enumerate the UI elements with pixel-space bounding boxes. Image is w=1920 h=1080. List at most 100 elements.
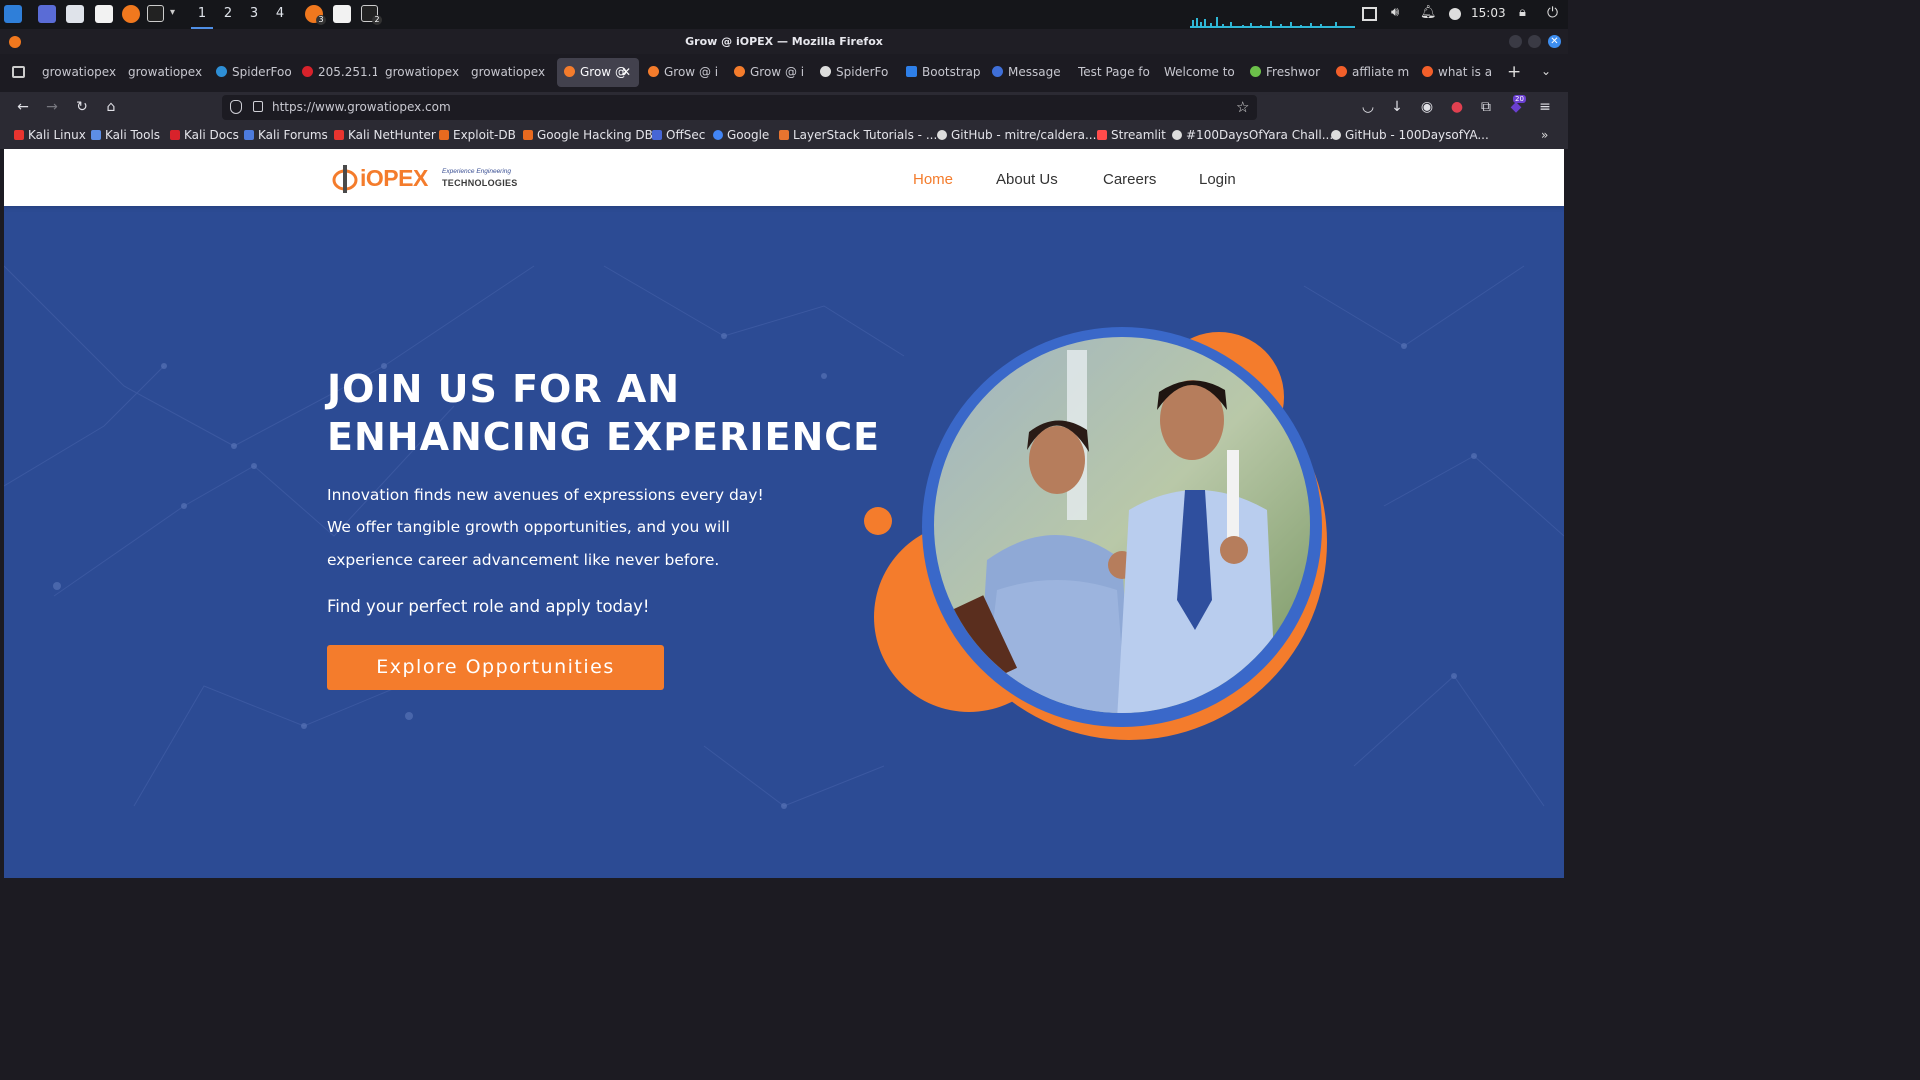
volume-icon[interactable]: 🔊︎ [1391, 5, 1407, 21]
iopex-icon [648, 66, 659, 77]
tab-label: Grow @ i [750, 65, 805, 79]
logo-text: iOPEX [360, 165, 428, 191]
bookmark-item[interactable]: Google Hacking DB [523, 128, 653, 142]
tab-1[interactable]: growatiopex [42, 58, 120, 87]
firefox-window-count: 3 [316, 15, 326, 25]
window-bottom-edge [0, 878, 1568, 882]
bookmark-star-icon[interactable]: ☆ [1236, 98, 1249, 116]
close-tab-icon[interactable]: ✕ [621, 58, 631, 87]
globe-icon [1172, 130, 1182, 140]
tab-11[interactable]: Bootstrap [906, 58, 980, 87]
desktop-icon[interactable] [38, 5, 56, 23]
bookmark-item[interactable]: LayerStack Tutorials - ... [779, 128, 937, 142]
bookmark-item[interactable]: Kali NetHunter [334, 128, 436, 142]
url-bar[interactable]: https://www.growatiopex.com ☆ [222, 95, 1257, 120]
tab-8[interactable]: Grow @ i [648, 58, 722, 87]
iopex-logo-icon [332, 165, 358, 193]
file-manager-icon[interactable] [66, 5, 84, 23]
tab-label: Test Page fo [1078, 65, 1150, 79]
nav-login[interactable]: Login [1199, 171, 1236, 188]
firefox-launcher-icon[interactable] [122, 5, 140, 23]
bookmark-item[interactable]: Google [713, 128, 769, 142]
text-editor-icon[interactable] [95, 5, 113, 23]
back-icon[interactable]: ← [15, 99, 31, 115]
tab-17[interactable]: what is af [1422, 58, 1492, 87]
clock[interactable]: 15:03 [1471, 6, 1506, 20]
account-icon[interactable]: ◉ [1419, 99, 1435, 115]
lock-icon[interactable]: 🔒︎ [1519, 5, 1535, 21]
bookmark-item[interactable]: GitHub - mitre/caldera... [937, 128, 1096, 142]
shield-icon[interactable] [230, 100, 242, 114]
tab-label: growatiopex [128, 65, 203, 79]
logo-tagline: Experience Engineering [442, 168, 512, 175]
brave-icon [1422, 66, 1433, 77]
brave-icon [1336, 66, 1347, 77]
tab-label: SpiderFoot [232, 65, 291, 79]
ublock-icon[interactable]: ● [1449, 99, 1465, 115]
terminal-launcher-icon[interactable] [147, 5, 164, 22]
close-window-button[interactable]: ✕ [1548, 35, 1561, 48]
minimize-button[interactable] [1509, 35, 1522, 48]
tab-13[interactable]: Test Page fo [1078, 58, 1152, 87]
explore-opportunities-button[interactable]: Explore Opportunities [327, 645, 664, 690]
bookmark-item[interactable]: Kali Tools [91, 128, 160, 142]
tab-6[interactable]: growatiopex [471, 58, 549, 87]
bookmark-item[interactable]: Kali Linux [14, 128, 86, 142]
extensions-icon[interactable]: ⧉ [1478, 99, 1494, 115]
hero-cta-text: Find your perfect role and apply today! [327, 597, 650, 616]
workspace-1[interactable]: 1 [191, 3, 213, 29]
downloads-icon[interactable]: ↓ [1389, 99, 1405, 115]
tab-2[interactable]: growatiopex [128, 58, 206, 87]
bookmark-item[interactable]: Kali Forums [244, 128, 328, 142]
notification-bell-icon[interactable]: 🔔︎ [1420, 5, 1437, 21]
text-editor-window-icon[interactable] [333, 5, 351, 23]
tab-16[interactable]: affliate m [1336, 58, 1410, 87]
chevron-down-icon[interactable]: ▾ [170, 7, 175, 18]
bookmark-item[interactable]: Streamlit [1097, 128, 1166, 142]
workspace-4[interactable]: 4 [269, 3, 291, 27]
iopex-icon [564, 66, 575, 77]
tab-overview-icon[interactable] [12, 66, 25, 78]
bookmark-item[interactable]: OffSec [652, 128, 705, 142]
tab-active[interactable]: Grow @ ✕ [557, 58, 639, 87]
tab-10[interactable]: SpiderFo [820, 58, 894, 87]
bookmark-item[interactable]: GitHub - 100DaysofYA... [1331, 128, 1489, 142]
url-text[interactable]: https://www.growatiopex.com [272, 100, 451, 114]
menu-icon[interactable]: ≡ [1537, 99, 1553, 115]
tab-4[interactable]: 205.251.1 [302, 58, 377, 87]
kali-menu-icon[interactable] [4, 5, 22, 23]
list-all-tabs-icon[interactable]: ⌄ [1541, 64, 1551, 78]
pocket-icon[interactable]: ◡ [1360, 99, 1376, 115]
tab-12[interactable]: Message [992, 58, 1066, 87]
workspace-2[interactable]: 2 [217, 3, 239, 27]
reload-icon[interactable]: ↻ [74, 99, 90, 115]
display-icon[interactable] [1362, 7, 1377, 21]
maximize-button[interactable] [1528, 35, 1541, 48]
kali-docs-icon [170, 130, 180, 140]
nav-about-us[interactable]: About Us [996, 171, 1058, 188]
new-tab-button[interactable]: + [1507, 62, 1521, 82]
bookmark-item[interactable]: Kali Docs [170, 128, 239, 142]
tab-14[interactable]: Welcome to [1164, 58, 1238, 87]
bookmark-item[interactable]: #100DaysOfYara Chall... [1172, 128, 1333, 142]
iopex-icon [734, 66, 745, 77]
more-bookmarks-icon[interactable]: » [1541, 128, 1548, 142]
tab-9[interactable]: Grow @ i [734, 58, 808, 87]
tab-5[interactable]: growatiopex [385, 58, 463, 87]
workspace-3[interactable]: 3 [243, 3, 265, 27]
nav-careers[interactable]: Careers [1103, 171, 1156, 188]
red-circle-icon [302, 66, 313, 77]
hero-line-3: experience career advancement like never… [327, 551, 720, 569]
logout-icon[interactable]: ⏻ [1547, 5, 1563, 21]
lock-icon[interactable] [253, 101, 263, 112]
tab-3[interactable]: SpiderFoot [216, 58, 291, 87]
home-icon[interactable]: ⌂ [103, 99, 119, 115]
bookmark-item[interactable]: Exploit-DB [439, 128, 516, 142]
tab-15[interactable]: Freshwor [1250, 58, 1324, 87]
power-status-icon[interactable] [1449, 8, 1461, 20]
hero-image [864, 327, 1327, 740]
nav-home[interactable]: Home [913, 171, 953, 188]
bookmark-label: GitHub - 100DaysofYA... [1345, 128, 1489, 142]
kali-dragon-icon [14, 130, 24, 140]
forward-icon[interactable]: → [44, 99, 60, 115]
